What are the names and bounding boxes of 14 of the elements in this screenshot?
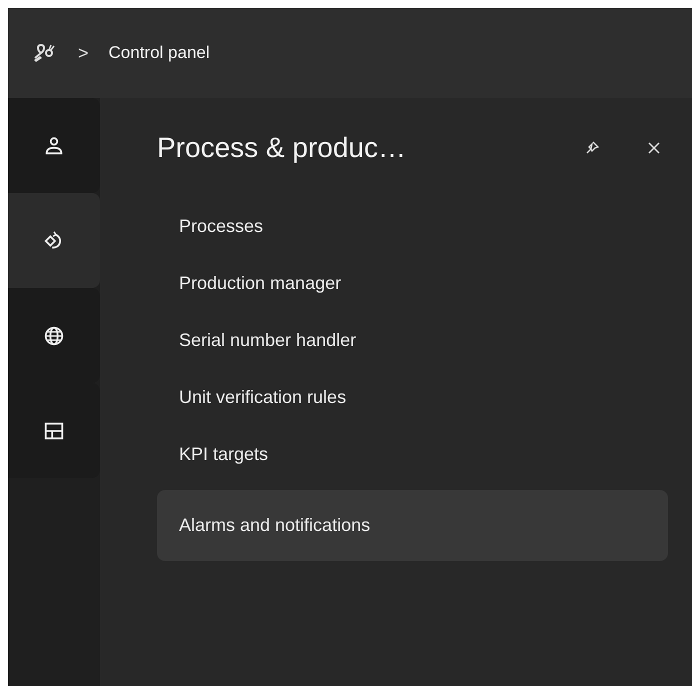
breadcrumb-separator: >: [78, 42, 89, 64]
person-icon: [43, 134, 65, 156]
pin-icon: [584, 140, 600, 156]
close-icon: [646, 140, 662, 156]
menu-item[interactable]: Alarms and notifications: [157, 490, 668, 561]
bee-logo-icon[interactable]: [32, 43, 56, 63]
panel-title: Process & produc…: [157, 132, 407, 164]
menu-item[interactable]: KPI targets: [157, 426, 668, 483]
menu-item[interactable]: Production manager: [157, 255, 668, 312]
globe-icon: [43, 324, 65, 346]
menu-item[interactable]: Serial number handler: [157, 312, 668, 369]
menu-item[interactable]: Processes: [157, 198, 668, 255]
breadcrumb-link[interactable]: Control panel: [108, 43, 210, 63]
menu-item[interactable]: Unit verification rules: [157, 369, 668, 426]
